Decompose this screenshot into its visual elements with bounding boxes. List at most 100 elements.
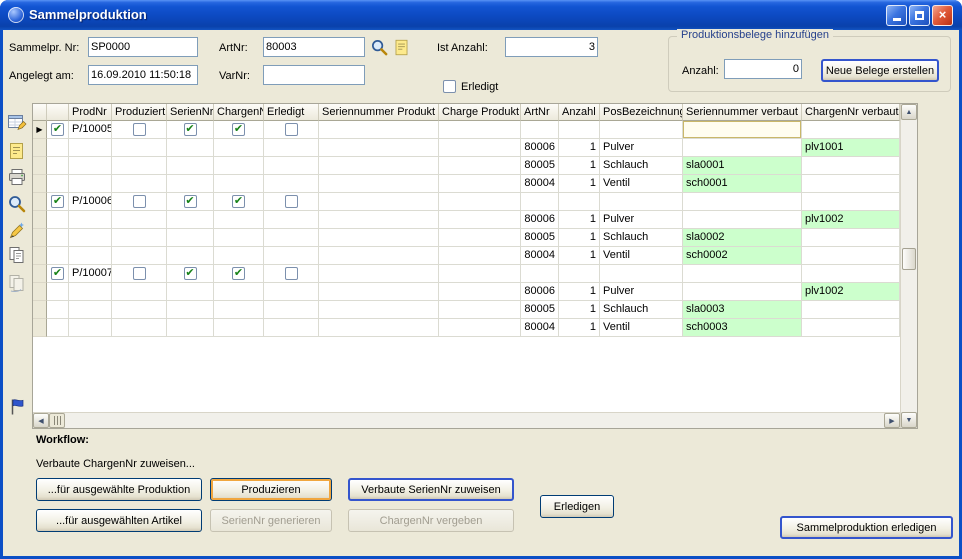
cell-artnr[interactable]: 80004: [521, 247, 559, 265]
checkbox-unchecked[interactable]: [285, 195, 298, 208]
artnr-input[interactable]: [263, 37, 365, 57]
cell-produziert[interactable]: [112, 193, 167, 211]
cell-serien_verbaut[interactable]: sch0001: [683, 175, 802, 193]
column-header-anzahl[interactable]: Anzahl: [559, 104, 600, 121]
cell-prodnr[interactable]: [69, 157, 112, 175]
scroll-up-button[interactable]: ▲: [901, 104, 917, 120]
splitter-grip[interactable]: [49, 413, 65, 428]
checkbox-unchecked[interactable]: [133, 195, 146, 208]
cell-produziert[interactable]: [112, 301, 167, 319]
notes-icon[interactable]: [5, 140, 29, 162]
cell-sel[interactable]: [47, 283, 69, 301]
cell-anzahl[interactable]: 1: [559, 211, 600, 229]
cell-anzahl[interactable]: 1: [559, 229, 600, 247]
cell-erledigt[interactable]: [264, 301, 319, 319]
cell-produziert[interactable]: [112, 247, 167, 265]
cell-anzahl[interactable]: 1: [559, 301, 600, 319]
cell-serien_verbaut[interactable]: [683, 193, 802, 211]
cell-rowsel[interactable]: [33, 193, 47, 211]
cell-serien_verbaut[interactable]: sla0002: [683, 229, 802, 247]
cell-anzahl[interactable]: 1: [559, 139, 600, 157]
cell-serien_produkt[interactable]: [319, 229, 439, 247]
cell-artnr[interactable]: 80006: [521, 283, 559, 301]
belege-anzahl-input[interactable]: [724, 59, 802, 79]
cell-seriennr[interactable]: [167, 157, 214, 175]
cell-serien_verbaut[interactable]: [683, 121, 802, 139]
cell-posbez[interactable]: Ventil: [600, 319, 683, 337]
cell-rowsel[interactable]: [33, 229, 47, 247]
checkbox-checked[interactable]: ✔: [232, 195, 245, 208]
cell-produziert[interactable]: [112, 265, 167, 283]
cell-chargen_verbaut[interactable]: [802, 157, 900, 175]
column-header-rowsel[interactable]: [33, 104, 47, 121]
scroll-left-button[interactable]: ◀: [33, 413, 49, 428]
cell-artnr[interactable]: [521, 265, 559, 283]
cell-posbez[interactable]: [600, 121, 683, 139]
cell-rowsel[interactable]: [33, 157, 47, 175]
cell-chargen_verbaut[interactable]: [802, 265, 900, 283]
cell-chargennr[interactable]: ✔: [214, 193, 264, 211]
column-header-serien_verbaut[interactable]: Seriennummer verbaut: [683, 104, 802, 121]
related-docs-icon[interactable]: [5, 272, 29, 294]
ist-anzahl-input[interactable]: [505, 37, 598, 57]
cell-charge_produkt[interactable]: [439, 193, 521, 211]
cell-serien_verbaut[interactable]: sch0003: [683, 319, 802, 337]
cell-serien_produkt[interactable]: [319, 265, 439, 283]
cell-prodnr[interactable]: [69, 175, 112, 193]
checkbox-checked[interactable]: ✔: [51, 267, 64, 280]
cell-anzahl[interactable]: [559, 193, 600, 211]
cell-chargen_verbaut[interactable]: [802, 301, 900, 319]
cell-seriennr[interactable]: [167, 139, 214, 157]
print-icon[interactable]: [5, 166, 29, 188]
cell-erledigt[interactable]: [264, 247, 319, 265]
cell-prodnr[interactable]: [69, 211, 112, 229]
sammelpr-input[interactable]: [88, 37, 198, 57]
cell-produziert[interactable]: [112, 229, 167, 247]
cell-sel[interactable]: [47, 211, 69, 229]
angelegt-am-input[interactable]: [88, 65, 198, 85]
cell-chargen_verbaut[interactable]: [802, 319, 900, 337]
cell-serien_verbaut[interactable]: [683, 283, 802, 301]
cell-serien_produkt[interactable]: [319, 301, 439, 319]
cell-erledigt[interactable]: [264, 211, 319, 229]
varnr-input[interactable]: [263, 65, 365, 85]
cell-prodnr[interactable]: [69, 229, 112, 247]
cell-anzahl[interactable]: 1: [559, 283, 600, 301]
checkbox-checked[interactable]: ✔: [184, 123, 197, 136]
sammelproduktion-erledigen-button[interactable]: Sammelproduktion erledigen: [780, 516, 953, 539]
titlebar[interactable]: Sammelproduktion ×: [0, 0, 962, 30]
cell-charge_produkt[interactable]: [439, 139, 521, 157]
cell-charge_produkt[interactable]: [439, 283, 521, 301]
cell-serien_produkt[interactable]: [319, 157, 439, 175]
cell-chargennr[interactable]: [214, 301, 264, 319]
cell-chargennr[interactable]: [214, 283, 264, 301]
cell-sel[interactable]: ✔: [47, 265, 69, 283]
cell-erledigt[interactable]: [264, 265, 319, 283]
cell-serien_verbaut[interactable]: sch0002: [683, 247, 802, 265]
cell-rowsel[interactable]: [33, 265, 47, 283]
cell-posbez[interactable]: Schlauch: [600, 229, 683, 247]
cell-chargennr[interactable]: [214, 175, 264, 193]
cell-seriennr[interactable]: [167, 211, 214, 229]
artnr-note-icon[interactable]: [392, 37, 410, 57]
cell-rowsel[interactable]: [33, 283, 47, 301]
cell-serien_produkt[interactable]: [319, 139, 439, 157]
for-production-button[interactable]: ...für ausgewählte Produktion: [36, 478, 202, 501]
cell-chargen_verbaut[interactable]: plv1001: [802, 139, 900, 157]
cell-rowsel[interactable]: [33, 319, 47, 337]
cell-charge_produkt[interactable]: [439, 121, 521, 139]
cell-seriennr[interactable]: [167, 247, 214, 265]
cell-chargen_verbaut[interactable]: [802, 121, 900, 139]
cell-erledigt[interactable]: [264, 139, 319, 157]
cell-rowsel[interactable]: [33, 301, 47, 319]
vertical-scroll-track[interactable]: [901, 120, 917, 412]
checkbox-checked[interactable]: ✔: [184, 195, 197, 208]
cell-rowsel[interactable]: [33, 211, 47, 229]
cell-anzahl[interactable]: 1: [559, 175, 600, 193]
cell-sel[interactable]: [47, 247, 69, 265]
cell-produziert[interactable]: [112, 121, 167, 139]
cell-anzahl[interactable]: 1: [559, 319, 600, 337]
cell-anzahl[interactable]: [559, 121, 600, 139]
cell-produziert[interactable]: [112, 175, 167, 193]
cell-serien_verbaut[interactable]: [683, 139, 802, 157]
